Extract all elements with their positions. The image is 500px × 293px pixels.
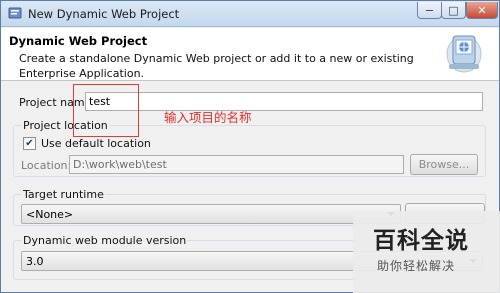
wizard-page-title: Dynamic Web Project — [9, 34, 148, 48]
window-title: New Dynamic Web Project — [28, 7, 180, 21]
wizard-header: Dynamic Web Project Create a standalone … — [1, 28, 499, 81]
title-bar[interactable]: New Dynamic Web Project − □ ✕ — [1, 1, 499, 27]
close-button[interactable]: ✕ — [466, 2, 498, 19]
new-dynamic-web-project-window: New Dynamic Web Project − □ ✕ Dynamic We… — [0, 0, 500, 293]
location-label: Location: — [21, 159, 72, 172]
project-name-input[interactable]: test — [85, 92, 483, 111]
watermark-main-text: 百科全说 — [373, 228, 469, 254]
wizard-page-description: Create a standalone Dynamic Web project … — [19, 52, 414, 80]
eclipse-app-icon — [8, 7, 22, 19]
maximize-button[interactable]: □ — [441, 2, 466, 19]
module-version-group-title: Dynamic web module version — [22, 234, 188, 247]
minimize-button[interactable]: − — [417, 2, 442, 19]
web-project-wizard-icon — [446, 35, 482, 73]
module-version-selected: 3.0 — [26, 255, 44, 268]
watermark-logo: 百科全说 助你轻松解决 — [353, 211, 500, 293]
use-default-location-checkbox[interactable]: ✔ — [23, 137, 36, 150]
location-input[interactable]: D:\work\web\test — [69, 155, 404, 174]
target-runtime-select[interactable]: <None> — [21, 204, 401, 224]
annotation-text: 输入项目的名称 — [164, 110, 252, 125]
annotation-highlight-box — [73, 84, 139, 137]
browse-button[interactable]: Browse... — [410, 154, 478, 175]
target-runtime-selected: <None> — [26, 208, 74, 221]
target-runtime-group-title: Target runtime — [22, 188, 105, 201]
use-default-location-label[interactable]: Use default location — [41, 137, 151, 150]
watermark-sub-text: 助你轻松解决 — [377, 259, 456, 273]
